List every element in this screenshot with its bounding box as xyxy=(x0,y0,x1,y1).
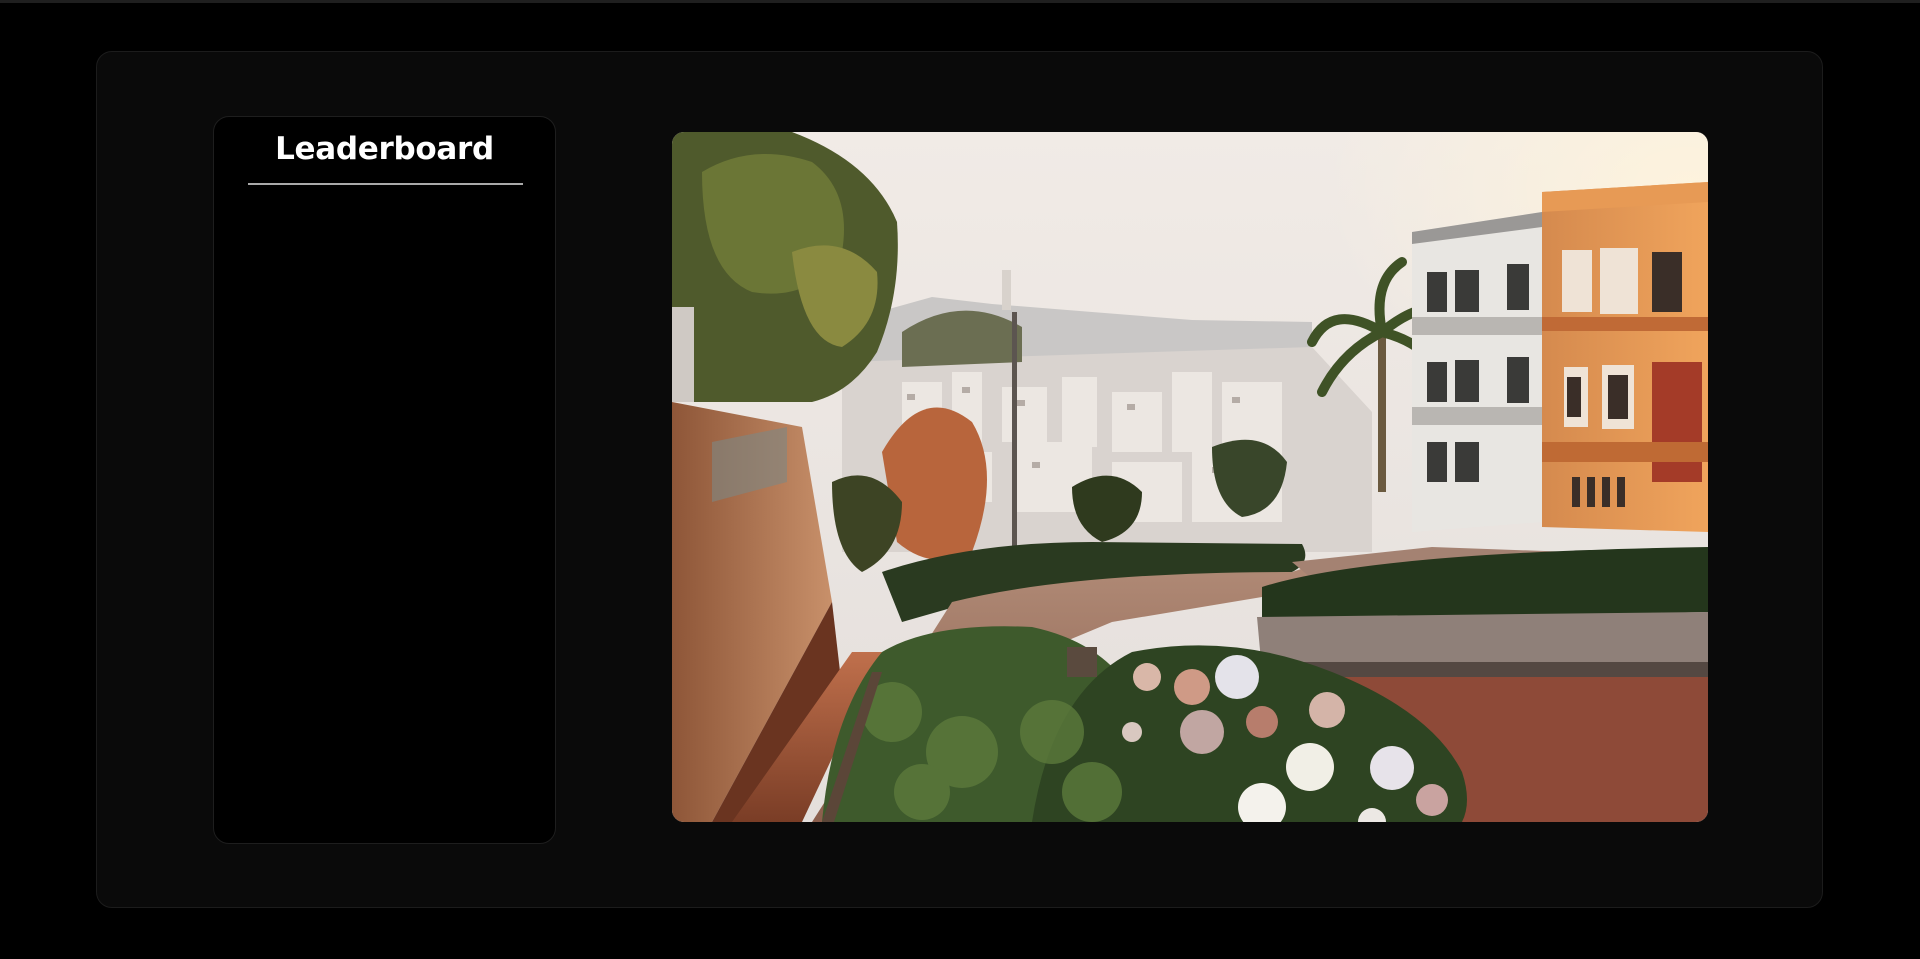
window-top-edge xyxy=(0,0,1920,3)
hero-image xyxy=(672,132,1708,822)
leaderboard-divider xyxy=(248,183,523,185)
leaderboard-panel: Leaderboard xyxy=(213,116,556,844)
leaderboard-title: Leaderboard xyxy=(275,131,494,167)
main-container: Leaderboard xyxy=(96,51,1823,908)
city-street-photo-icon xyxy=(672,132,1708,822)
